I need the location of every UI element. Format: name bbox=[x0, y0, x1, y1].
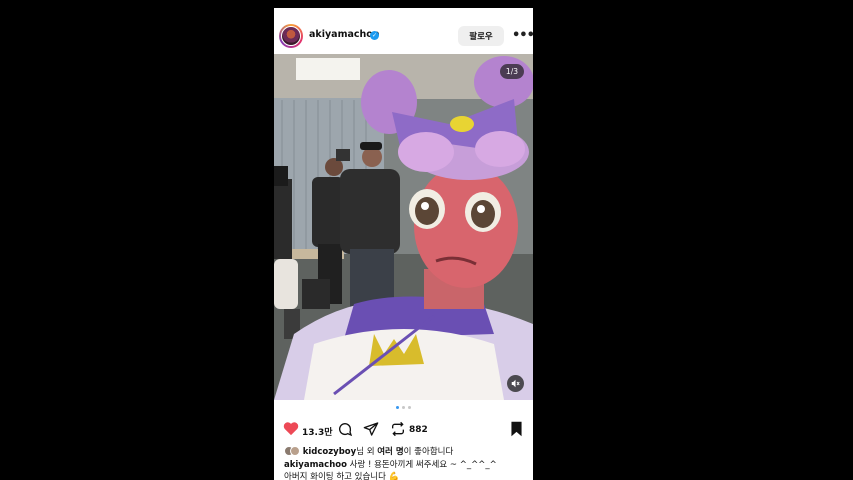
post-header: akiyamachoo ✓ 팔로우 ••• bbox=[274, 8, 533, 54]
comment-icon[interactable] bbox=[337, 421, 353, 437]
repost-count[interactable]: 882 bbox=[409, 425, 428, 435]
user-avatar[interactable] bbox=[279, 24, 303, 48]
speaker-muted-icon bbox=[511, 379, 520, 388]
carousel-dot bbox=[408, 406, 411, 409]
avatar-image bbox=[281, 26, 301, 46]
bookmark-icon[interactable] bbox=[510, 421, 523, 437]
caption-text: 사랑 ! 용돈아끼게 써주세요 ~ ^_^^_^ bbox=[346, 460, 497, 470]
instagram-post: akiyamachoo ✓ 팔로우 ••• 1/3 13.3만 882 kidc… bbox=[274, 8, 533, 480]
likes-text-2: 이 좋아합니다 bbox=[403, 447, 454, 457]
liker-username[interactable]: kidcozyboy bbox=[303, 447, 356, 457]
mute-icon[interactable] bbox=[507, 375, 524, 392]
caption-line-2: 아버지 화이팅 하고 있습니다 💪 bbox=[284, 472, 400, 480]
post-caption: akiyamachoo 사랑 ! 용돈아끼게 써주세요 ~ ^_^^_^ 아버지… bbox=[284, 459, 497, 480]
username[interactable]: akiyamachoo bbox=[309, 29, 379, 40]
heart-icon[interactable] bbox=[283, 421, 299, 436]
carousel-dot bbox=[402, 406, 405, 409]
like-count[interactable]: 13.3만 bbox=[302, 425, 333, 438]
action-bar: 13.3만 882 bbox=[274, 418, 533, 440]
liked-by: kidcozyboy님 외 여러 명이 좋아합니다 bbox=[284, 445, 453, 457]
post-media[interactable]: 1/3 bbox=[274, 54, 533, 400]
follow-button[interactable]: 팔로우 bbox=[458, 26, 504, 46]
likes-text: 님 외 bbox=[356, 447, 378, 457]
verified-badge-icon: ✓ bbox=[370, 31, 379, 40]
caption-username[interactable]: akiyamachoo bbox=[284, 460, 347, 470]
carousel-indicator bbox=[274, 406, 533, 409]
share-icon[interactable] bbox=[363, 421, 379, 437]
post-photo bbox=[274, 54, 533, 400]
liker-avatar bbox=[290, 446, 300, 456]
carousel-dot-active bbox=[396, 406, 399, 409]
image-counter: 1/3 bbox=[499, 64, 524, 79]
repost-icon[interactable] bbox=[390, 421, 406, 437]
more-options-icon[interactable]: ••• bbox=[512, 28, 533, 43]
likes-others[interactable]: 여러 명 bbox=[377, 447, 403, 457]
